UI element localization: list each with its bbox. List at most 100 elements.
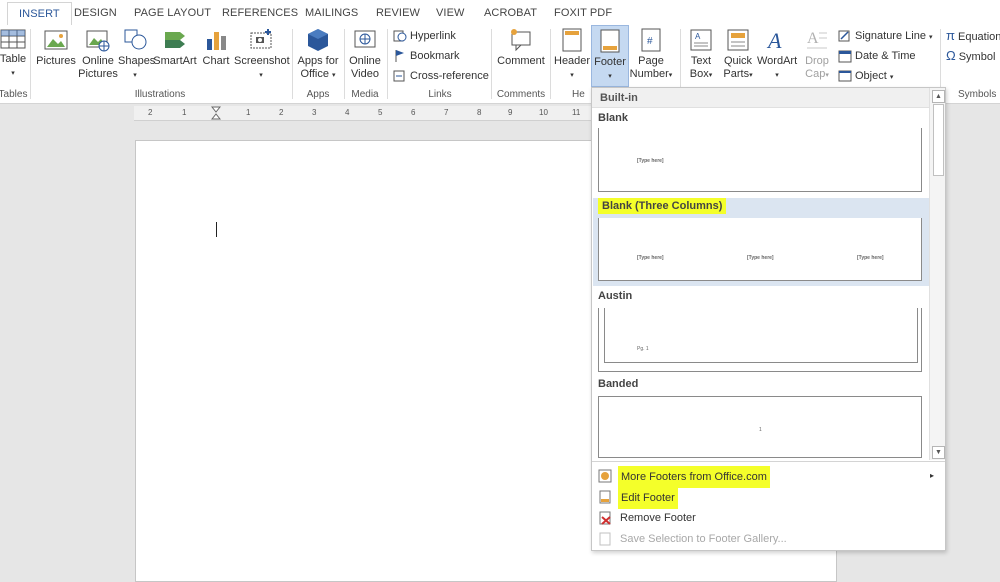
- horizontal-ruler[interactable]: 2 1 1 2 3 4 5 6 7 8 9 10 11: [134, 106, 594, 121]
- wordart-label: WordArt: [757, 55, 798, 67]
- object-button[interactable]: Object ▾: [838, 68, 893, 84]
- gallery-label-banded: Banded: [598, 378, 639, 390]
- scroll-up-arrow-icon[interactable]: ▲: [932, 90, 945, 103]
- chevron-down-icon: ▾: [570, 72, 574, 79]
- online-pictures-label-2: Pictures: [78, 68, 118, 80]
- group-links-label: Links: [428, 89, 452, 100]
- date-time-button[interactable]: Date & Time: [838, 48, 916, 64]
- group-apps-label: Apps: [306, 89, 330, 100]
- table-button[interactable]: Table ▾: [0, 27, 28, 80]
- chevron-down-icon: ▾: [708, 72, 713, 79]
- equation-button[interactable]: π Equation: [946, 28, 1000, 44]
- placeholder-text: [Type here]: [637, 255, 664, 261]
- tab-design[interactable]: DESIGN: [74, 0, 117, 25]
- ruler-tick: 2: [279, 108, 284, 117]
- equation-label: Equation: [957, 31, 1000, 43]
- tab-foxit-pdf[interactable]: FOXIT PDF: [554, 0, 612, 25]
- comment-button[interactable]: Comment: [494, 27, 548, 68]
- gallery-label-blank-three-columns: Blank (Three Columns): [598, 198, 727, 214]
- footer-gallery-dropdown: Built-in Blank [Type here] Blank (Three …: [591, 87, 946, 551]
- quick-parts-button[interactable]: Quick Parts▾: [720, 27, 756, 82]
- wordart-button[interactable]: A WordArt ▾: [757, 27, 797, 82]
- page-number-button[interactable]: # Page Number▾: [628, 27, 674, 82]
- edit-footer-menu-item[interactable]: Edit Footer: [594, 487, 943, 509]
- tab-acrobat[interactable]: ACROBAT: [484, 0, 537, 25]
- apps-for-office-button[interactable]: Apps for Office ▾: [296, 27, 340, 82]
- group-illustrations-label: Illustrations: [134, 89, 186, 100]
- chart-icon: [207, 32, 226, 50]
- date-time-label: Date & Time: [855, 50, 916, 62]
- bookmark-label: Bookmark: [410, 50, 460, 62]
- footer-thumb-austin[interactable]: Pg. 1: [598, 308, 922, 372]
- edit-footer-label: Edit Footer: [618, 487, 678, 509]
- shapes-label: Shapes: [118, 55, 156, 67]
- tab-mailings[interactable]: MAILINGS: [305, 0, 358, 25]
- gallery-scrollbar[interactable]: ▲ ▼: [929, 88, 945, 460]
- scrollbar-thumb[interactable]: [933, 104, 944, 176]
- screenshot-button[interactable]: Screenshot ▾: [234, 27, 290, 82]
- header-label: Header: [554, 55, 591, 67]
- hyperlink-button[interactable]: Hyperlink: [393, 28, 456, 44]
- bookmark-button[interactable]: Bookmark: [393, 48, 460, 64]
- tab-insert[interactable]: INSERT: [7, 2, 72, 26]
- divider: [292, 29, 293, 99]
- header-button[interactable]: Header ▾: [554, 27, 590, 82]
- shapes-button[interactable]: Shapes ▾: [118, 27, 156, 82]
- tab-review[interactable]: REVIEW: [376, 0, 420, 25]
- shapes-icon: [124, 29, 147, 50]
- picture-icon: [44, 30, 68, 50]
- pictures-button[interactable]: Pictures: [36, 27, 76, 68]
- signature-line-button[interactable]: Signature Line ▾: [838, 28, 933, 44]
- more-footers-menu-item[interactable]: More Footers from Office.com ▸: [594, 466, 943, 488]
- video-label-2: Video: [351, 68, 379, 80]
- page-number-text: 1: [759, 427, 762, 433]
- apps-label-1: Apps for: [297, 55, 339, 67]
- remove-footer-label: Remove Footer: [620, 512, 696, 524]
- more-footers-label: More Footers from Office.com: [618, 466, 770, 488]
- chart-button[interactable]: Chart: [200, 27, 232, 68]
- text-box-button[interactable]: A Text Box▾: [684, 27, 718, 82]
- tab-view[interactable]: VIEW: [436, 0, 465, 25]
- omega-icon: Ω: [946, 48, 956, 63]
- smartart-icon: [165, 32, 185, 48]
- drop-cap-label-2: Cap: [805, 68, 826, 80]
- online-pictures-button[interactable]: Online Pictures: [78, 27, 118, 81]
- object-icon: [838, 70, 852, 82]
- remove-footer-menu-item[interactable]: Remove Footer: [594, 508, 943, 528]
- group-comments-label: Comments: [496, 89, 546, 100]
- ruler-tick: 9: [508, 108, 513, 117]
- online-video-button[interactable]: Online Video: [346, 27, 384, 81]
- ribbon-tab-bar: INSERT DESIGN PAGE LAYOUT REFERENCES MAI…: [0, 0, 1000, 26]
- placeholder-text: [Type here]: [857, 255, 884, 261]
- ruler-tick: 1: [182, 108, 187, 117]
- comment-label: Comment: [497, 55, 545, 67]
- signature-icon: [838, 30, 850, 42]
- save-selection-menu-item[interactable]: Save Selection to Footer Gallery...: [594, 529, 943, 549]
- footer-thumb-blank[interactable]: [Type here]: [598, 128, 922, 192]
- cross-reference-button[interactable]: Cross-reference: [393, 68, 489, 84]
- online-picture-icon: [86, 30, 110, 52]
- indent-marker-icon[interactable]: [211, 106, 221, 120]
- chevron-down-icon: ▾: [775, 72, 779, 79]
- hyperlink-label: Hyperlink: [410, 30, 456, 42]
- footer-button[interactable]: Footer ▾: [591, 25, 629, 87]
- austin-frame: [604, 308, 918, 363]
- symbol-button[interactable]: Ω Symbol: [946, 48, 995, 64]
- symbol-label: Symbol: [958, 51, 996, 63]
- save-to-gallery-icon: [599, 532, 611, 546]
- chevron-down-icon: ▾: [749, 72, 753, 79]
- video-icon: [354, 30, 376, 48]
- text-box-label-1: Text: [690, 55, 712, 67]
- scroll-down-arrow-icon[interactable]: ▼: [932, 446, 945, 459]
- smartart-button[interactable]: SmartArt: [153, 27, 197, 68]
- placeholder-text: [Type here]: [637, 158, 664, 164]
- footer-thumb-banded[interactable]: 1: [598, 396, 922, 458]
- tab-page-layout[interactable]: PAGE LAYOUT: [134, 0, 211, 25]
- ruler-tick: 11: [572, 108, 581, 117]
- calendar-icon: [838, 50, 852, 63]
- chevron-down-icon: ▾: [889, 74, 894, 81]
- ruler-tick: 2: [148, 108, 153, 117]
- tab-references[interactable]: REFERENCES: [222, 0, 298, 25]
- footer-thumb-blank-three-columns[interactable]: [Type here] [Type here] [Type here]: [598, 218, 922, 281]
- drop-cap-button[interactable]: A Drop Cap▾: [800, 27, 834, 82]
